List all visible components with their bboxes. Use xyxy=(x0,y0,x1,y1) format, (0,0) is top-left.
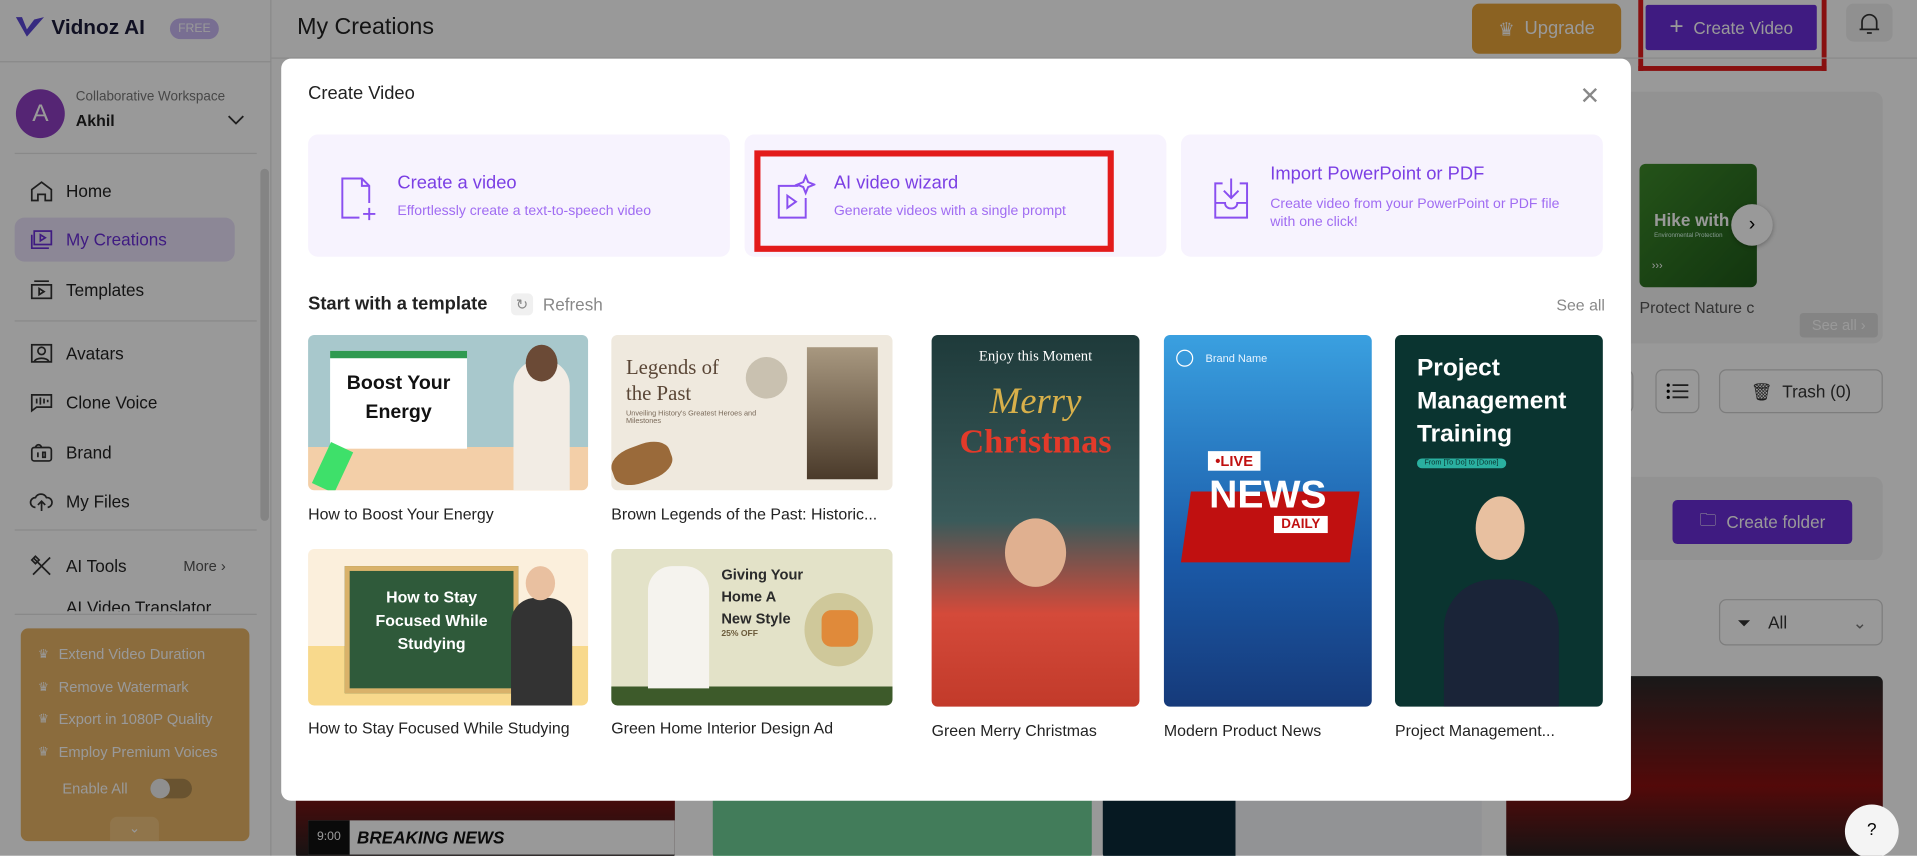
template-label: How to Stay Focused While Studying xyxy=(308,718,570,738)
template-art-top: Brand Name xyxy=(1205,352,1268,365)
template-art-text: Project Management Training xyxy=(1416,354,1567,448)
template-label: Green Merry Christmas xyxy=(931,721,1097,740)
refresh-label: Refresh xyxy=(542,294,603,315)
template-thumb-green-home[interactable]: Giving Your Home A New Style 25% OFF xyxy=(611,548,893,706)
close-icon[interactable]: ✕ xyxy=(1580,81,1600,112)
create-video-modal: Create Video ✕ Create a video Effortless… xyxy=(281,58,1631,801)
template-thumb-stay-focused[interactable]: How to Stay Focused While Studying xyxy=(308,548,589,706)
see-all-templates-link[interactable]: See all xyxy=(1556,296,1605,314)
template-label: Modern Product News xyxy=(1163,721,1322,740)
template-label: Brown Legends of the Past: Historic... xyxy=(611,504,878,524)
refresh-icon: ↻ xyxy=(511,293,534,316)
template-art-text: How to Stay Focused While Studying xyxy=(375,588,488,653)
template-label: Project Management... xyxy=(1394,721,1555,740)
option-subtitle: Create video from your PowerPoint or PDF… xyxy=(1270,196,1560,230)
template-art-sub: From [To Do] to [Done] xyxy=(1416,458,1506,469)
template-label: How to Boost Your Energy xyxy=(308,504,494,524)
template-art-text2: Christmas xyxy=(959,423,1112,461)
option-create-video[interactable]: Create a video Effortlessly create a tex… xyxy=(308,134,730,257)
template-thumb-legends[interactable]: Legends of the Past Unveiling History's … xyxy=(611,334,893,491)
refresh-button[interactable]: ↻ Refresh xyxy=(511,293,603,316)
template-art-text: Boost Your Energy xyxy=(346,372,451,424)
template-art-live: •LIVE xyxy=(1207,451,1261,471)
import-icon xyxy=(1214,178,1249,219)
template-art-text: Legends of the Past xyxy=(625,355,719,405)
template-art-text: Giving Your Home A New Style xyxy=(721,566,804,628)
template-art-sub: 25% OFF xyxy=(721,629,758,639)
template-art-top: Enjoy this Moment xyxy=(978,347,1093,365)
template-thumb-project-management[interactable]: Project Management Training From [To Do]… xyxy=(1394,334,1603,707)
option-import-ppt-pdf[interactable]: Import PowerPoint or PDF Create video fr… xyxy=(1181,134,1603,257)
template-art-sub: Unveiling History's Greatest Heroes and … xyxy=(625,410,757,426)
highlight-box xyxy=(754,150,1114,252)
option-subtitle: Effortlessly create a text-to-speech vid… xyxy=(397,204,652,219)
template-thumb-merry-christmas[interactable]: Enjoy this Moment Merry Christmas xyxy=(931,334,1140,707)
template-thumb-product-news[interactable]: Brand Name •LIVE NEWS DAILY xyxy=(1163,334,1372,707)
section-title: Start with a template xyxy=(308,293,488,315)
help-button[interactable]: ? xyxy=(1844,804,1899,856)
option-title: Import PowerPoint or PDF xyxy=(1270,163,1485,185)
option-title: Create a video xyxy=(397,172,517,194)
template-label: Green Home Interior Design Ad xyxy=(611,718,834,738)
modal-title: Create Video xyxy=(308,83,415,104)
template-art-text: NEWS xyxy=(1209,471,1327,516)
template-art-text: Merry xyxy=(989,381,1082,422)
template-art-text2: DAILY xyxy=(1273,515,1328,534)
new-file-icon xyxy=(341,177,376,221)
template-thumb-boost-energy[interactable]: Boost Your Energy xyxy=(308,334,589,491)
help-icon: ? xyxy=(1867,819,1877,839)
